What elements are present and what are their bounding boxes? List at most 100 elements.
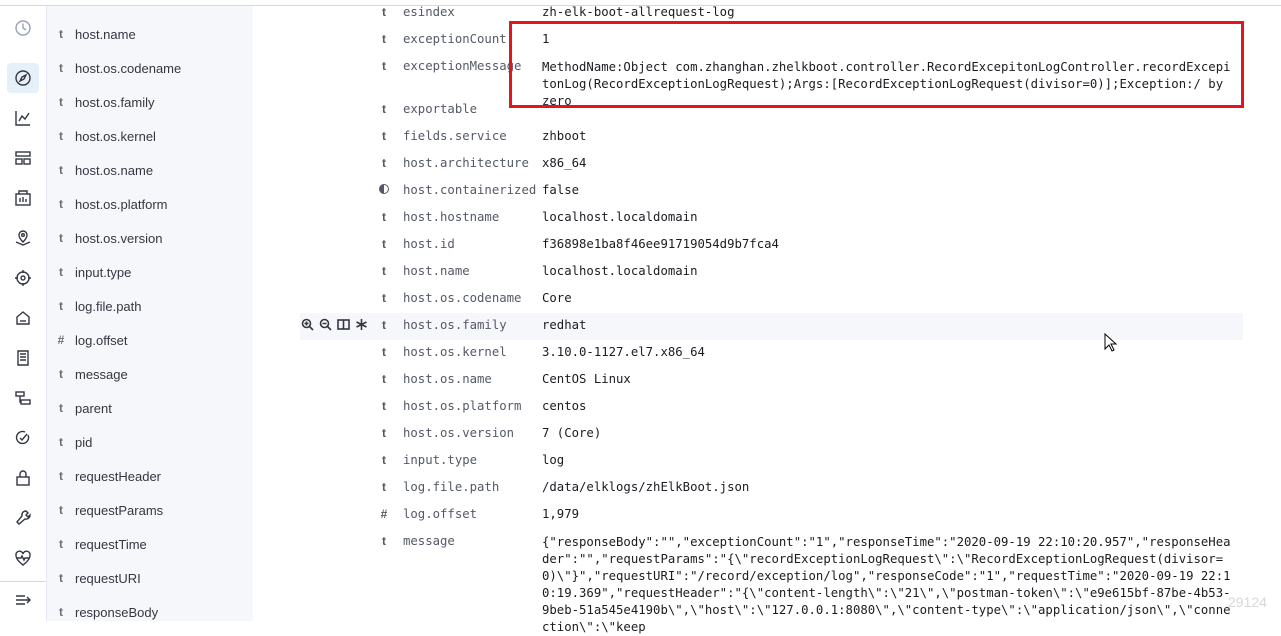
field-key: log.offset xyxy=(403,507,478,521)
doc-row[interactable]: t fields.service zhboot xyxy=(300,124,1243,151)
field-type-icon: # xyxy=(57,333,65,347)
field-name: pid xyxy=(75,434,93,450)
doc-row[interactable]: host.containerized false xyxy=(300,178,1243,205)
field-type-icon: t xyxy=(59,197,63,211)
field-list-item[interactable]: t host.os.kernel xyxy=(47,119,253,153)
field-list-item[interactable]: t pid xyxy=(47,425,253,459)
field-key: message xyxy=(403,534,455,548)
siem-icon[interactable] xyxy=(0,458,46,498)
doc-row[interactable]: t host.id f36898e1ba8f46ee91719054d9b7fca4 xyxy=(300,232,1243,259)
field-value: Core xyxy=(542,291,572,305)
field-type-icon: t xyxy=(382,345,386,359)
field-list-item[interactable]: t host.os.family xyxy=(47,85,253,119)
field-list-item[interactable]: t host.os.version xyxy=(47,221,253,255)
field-type-icon: t xyxy=(59,605,63,619)
field-list-item[interactable]: t requestHeader xyxy=(47,459,253,493)
field-key: host.architecture xyxy=(403,156,529,170)
field-key: host.os.family xyxy=(403,318,507,332)
visualize-icon[interactable] xyxy=(0,98,46,138)
maps-icon[interactable] xyxy=(0,218,46,258)
field-list-item[interactable]: t message xyxy=(47,357,253,391)
doc-row[interactable]: t host.os.family redhat xyxy=(300,313,1243,340)
field-type-icon: t xyxy=(382,156,386,170)
field-type-icon: t xyxy=(59,401,63,415)
zoom-in-icon[interactable] xyxy=(300,317,315,332)
infrastructure-icon[interactable] xyxy=(0,298,46,338)
monitoring-icon[interactable] xyxy=(0,538,46,578)
field-type-icon: t xyxy=(59,469,63,483)
field-list-item[interactable]: t parent xyxy=(47,391,253,425)
field-name: message xyxy=(75,366,128,382)
field-type-icon: t xyxy=(382,426,386,440)
field-type-icon: t xyxy=(382,318,386,332)
field-list-item[interactable]: t host.os.platform xyxy=(47,187,253,221)
doc-row[interactable]: t message {"responseBody":"","exceptionCou… xyxy=(300,529,1243,634)
clock-icon[interactable] xyxy=(0,8,46,48)
doc-row[interactable]: t host.os.version 7 (Core) xyxy=(300,421,1243,448)
doc-row[interactable]: t host.os.codename Core xyxy=(300,286,1243,313)
field-name: host.os.codename xyxy=(75,60,182,76)
doc-row[interactable]: t log.file.path/data/elklogs/zhElkBoot.js… xyxy=(300,475,1243,502)
field-type-icon: t xyxy=(59,129,63,143)
field-list-item[interactable]: t host.name xyxy=(47,17,253,51)
doc-row[interactable]: t host.name localhost.localdomain xyxy=(300,259,1243,286)
dashboard-icon[interactable] xyxy=(0,138,46,178)
field-name: requestHeader xyxy=(75,468,161,484)
field-list-item[interactable]: t responseBody xyxy=(47,595,253,629)
field-type-icon: t xyxy=(382,32,386,46)
field-value: localhost.localdomain xyxy=(542,210,698,224)
apm-icon[interactable] xyxy=(0,378,46,418)
doc-row[interactable]: # log.offset 1,979 xyxy=(300,502,1243,529)
doc-row[interactable]: t host.os.platform centos xyxy=(300,394,1243,421)
canvas-icon[interactable] xyxy=(0,178,46,218)
doc-row[interactable]: t host.architecture x86_64 xyxy=(300,151,1243,178)
doc-row[interactable]: t host.os.kernel 3.10.0-1127.el7.x86_64 xyxy=(300,340,1243,367)
field-type-icon: t xyxy=(59,503,63,517)
field-type-icon: t xyxy=(59,367,63,381)
field-type-icon: t xyxy=(59,231,63,245)
toggle-column-icon[interactable] xyxy=(336,317,351,332)
field-type-icon: t xyxy=(382,5,386,19)
watermark: 29124 xyxy=(1228,594,1267,610)
field-type-icon: t xyxy=(59,95,63,109)
field-type-icon: t xyxy=(382,291,386,305)
field-list-item[interactable]: t log.file.path xyxy=(47,289,253,323)
field-type-icon: t xyxy=(382,210,386,224)
field-list-item[interactable]: t requestParams xyxy=(47,493,253,527)
field-type-icon: t xyxy=(59,265,63,279)
field-key: host.os.version xyxy=(403,426,515,440)
field-list-item[interactable]: t host.os.name xyxy=(47,153,253,187)
field-name: log.file.path xyxy=(75,298,142,314)
field-value: CentOS Linux xyxy=(542,372,631,386)
doc-row[interactable]: t input.type log xyxy=(300,448,1243,475)
field-list-item[interactable]: t requestURI xyxy=(47,561,253,595)
field-value: 1,979 xyxy=(542,507,580,521)
dev-tools-icon[interactable] xyxy=(0,498,46,538)
filter-exists-icon[interactable] xyxy=(354,317,369,332)
field-key: host.containerized xyxy=(403,183,537,197)
doc-row[interactable]: t host.os.name CentOS Linux xyxy=(300,367,1243,394)
field-type-icon: t xyxy=(59,163,63,177)
zoom-out-icon[interactable] xyxy=(318,317,333,332)
field-key: host.hostname xyxy=(403,210,500,224)
field-value: false xyxy=(542,183,580,197)
field-type-icon: t xyxy=(59,299,63,313)
collapse-icon[interactable] xyxy=(0,580,46,620)
field-type-icon: t xyxy=(59,61,63,75)
field-list-item[interactable]: t requestTime xyxy=(47,527,253,561)
compass-icon[interactable] xyxy=(0,58,46,98)
field-key: fields.service xyxy=(403,129,507,143)
field-list-item[interactable]: t host.os.codename xyxy=(47,51,253,85)
field-list-item[interactable]: # log.offset xyxy=(47,323,253,357)
row-actions xyxy=(300,317,369,332)
field-type-icon: t xyxy=(382,480,386,494)
logs-icon[interactable] xyxy=(0,338,46,378)
field-value: zh-elk-boot-allrequest-log xyxy=(542,5,735,19)
doc-row[interactable]: t host.hostname localhost.localdomain xyxy=(300,205,1243,232)
field-key: exceptionMessage xyxy=(403,59,522,73)
ml-icon[interactable] xyxy=(0,258,46,298)
field-type-icon: t xyxy=(59,537,63,551)
uptime-icon[interactable] xyxy=(0,418,46,458)
field-list-item[interactable]: t input.type xyxy=(47,255,253,289)
field-name: host.os.name xyxy=(75,162,154,178)
